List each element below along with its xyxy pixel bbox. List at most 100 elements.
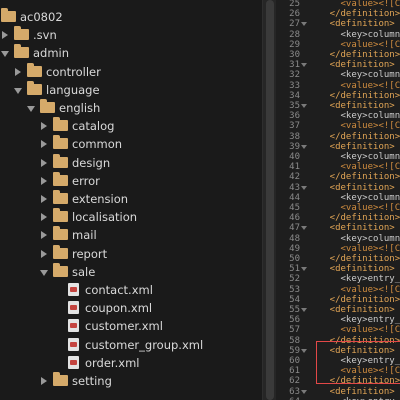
tree-item-label: coupon.xml [85, 301, 153, 316]
code-line[interactable]: <value><![C [308, 285, 400, 295]
code-line[interactable]: <key>entry_ [308, 274, 400, 284]
line-number: 55 [289, 305, 300, 315]
code-line[interactable]: <value><![C [308, 244, 400, 254]
chevron-right-icon[interactable] [2, 31, 8, 40]
code-line[interactable]: <definition> [308, 19, 395, 29]
code-line[interactable]: </definition> [308, 91, 400, 101]
chevron-right-icon[interactable] [15, 67, 21, 76]
tree-folder-catalog[interactable]: catalog [0, 117, 262, 135]
chevron-right-icon[interactable] [41, 122, 47, 131]
code-line[interactable]: </definition> [308, 172, 400, 182]
code-line[interactable]: <value><![C [308, 121, 400, 131]
tree-folder-localisation[interactable]: localisation [0, 208, 262, 226]
tree-folder-mail[interactable]: mail [0, 226, 262, 244]
code-line[interactable]: <definition> [308, 346, 395, 356]
code-line[interactable]: </definition> [308, 213, 400, 223]
fold-arrow-icon[interactable] [301, 308, 307, 312]
code-line[interactable]: <key>entry_ [308, 356, 400, 366]
fold-arrow-icon[interactable] [301, 185, 307, 190]
code-line[interactable]: </definition> [308, 336, 400, 346]
code-line[interactable]: <definition> [308, 223, 395, 233]
code-editor[interactable]: 25 26 27 28 29 30 31 32 33 34 35 36 37 38 39 40 41 42 43 44… [276, 0, 400, 400]
tree-folder-error[interactable]: error [0, 171, 262, 190]
line-number: 57 [289, 325, 300, 336]
file-tree-scrollbar[interactable] [262, 0, 276, 400]
chevron-right-icon[interactable] [41, 377, 47, 385]
folder-icon [53, 208, 68, 223]
tree-folder-admin[interactable]: admin [0, 44, 262, 62]
code-line[interactable]: <key>column [308, 30, 400, 40]
code-line[interactable]: <value><![C [308, 0, 400, 9]
chevron-right-icon[interactable] [41, 231, 47, 240]
chevron-right-icon[interactable] [41, 195, 47, 203]
tree-folder-svn[interactable]: .svn [0, 26, 262, 44]
tree-folder-extension[interactable]: extension [0, 190, 262, 208]
tree-item-label: design [72, 155, 111, 170]
line-number: 38 [289, 131, 300, 142]
code-line[interactable]: </definition> [308, 254, 400, 264]
line-number: 39 [289, 141, 300, 152]
tree-item-label: setting [72, 374, 112, 388]
chevron-down-icon[interactable] [14, 87, 22, 94]
code-line[interactable]: <key>column [308, 234, 400, 244]
tree-folder-language[interactable]: language [0, 80, 262, 99]
code-line[interactable]: <key>column [308, 193, 400, 203]
chevron-down-icon[interactable] [27, 106, 35, 112]
tree-folder-report[interactable]: report [0, 244, 262, 263]
fold-arrow-icon[interactable] [301, 348, 307, 353]
code-line[interactable]: <value><![C [308, 81, 400, 91]
fold-arrow-icon[interactable] [301, 63, 307, 68]
tree-item-label: language [46, 82, 100, 97]
code-line[interactable]: <key>entry_ [308, 315, 400, 325]
tree-folder-controller[interactable]: controller [0, 62, 262, 81]
code-line[interactable]: </definition> [308, 9, 400, 19]
code-line[interactable]: <value><![C [308, 203, 400, 213]
code-line[interactable]: </definition> [308, 50, 400, 60]
chevron-right-icon[interactable] [41, 176, 47, 185]
tree-file-coupon-xml[interactable]: coupon.xml [0, 299, 262, 317]
code-line[interactable]: <definition> [308, 183, 395, 193]
tree-file-customer-xml[interactable]: customer.xml [0, 317, 262, 335]
fold-arrow-icon[interactable] [301, 22, 307, 27]
code-line[interactable]: <key>column [308, 70, 400, 80]
folder-icon [14, 44, 29, 59]
code-line[interactable]: </definition> [308, 376, 400, 386]
code-line[interactable]: <definition> [308, 60, 395, 70]
fold-arrow-icon[interactable] [301, 389, 307, 394]
tree-folder-sale[interactable]: sale [0, 262, 262, 281]
tree-folder-setting[interactable]: setting [0, 372, 262, 390]
code-line[interactable]: <definition> [308, 101, 395, 111]
code-line[interactable]: <definition> [308, 264, 395, 274]
fold-arrow-icon[interactable] [301, 104, 307, 108]
code-line[interactable]: <value><![C [308, 40, 400, 50]
code-line[interactable]: </definition> [308, 295, 400, 305]
code-line[interactable]: <key>column [308, 111, 400, 121]
code-line[interactable]: <key>column [308, 152, 400, 162]
tree-folder-english[interactable]: english [0, 99, 262, 117]
code-line[interactable]: <value><![C [308, 325, 400, 335]
code-line[interactable]: <definition> [308, 142, 395, 152]
chevron-right-icon[interactable] [41, 213, 47, 222]
code-line[interactable]: <value><![C [308, 162, 400, 172]
code-line[interactable]: </definition> [308, 132, 400, 142]
tree-folder-ac0802[interactable]: ac0802 [0, 8, 262, 26]
fold-arrow-icon[interactable] [301, 144, 307, 149]
folder-icon [53, 244, 68, 259]
tree-file-contact-xml[interactable]: contact.xml [0, 281, 262, 299]
tree-folder-common[interactable]: common [0, 135, 262, 153]
tree-file-order-xml[interactable]: order.xml [0, 354, 262, 372]
code-line[interactable]: <definition> [308, 387, 395, 397]
tree-folder-design[interactable]: design [0, 153, 262, 172]
tree-file-customer-group-xml[interactable]: customer_group.xml [0, 336, 262, 354]
fold-arrow-icon[interactable] [301, 226, 307, 231]
code-line[interactable]: <value><![C [308, 366, 400, 376]
chevron-down-icon[interactable] [1, 51, 9, 58]
chevron-right-icon[interactable] [41, 140, 47, 149]
chevron-right-icon[interactable] [41, 158, 47, 167]
xml-file-icon [68, 355, 79, 369]
fold-arrow-icon[interactable] [301, 267, 307, 272]
code-line[interactable]: <definition> [308, 305, 395, 315]
chevron-right-icon[interactable] [41, 249, 47, 258]
scrollbar-thumb[interactable] [266, 0, 274, 400]
chevron-down-icon[interactable] [40, 269, 48, 276]
